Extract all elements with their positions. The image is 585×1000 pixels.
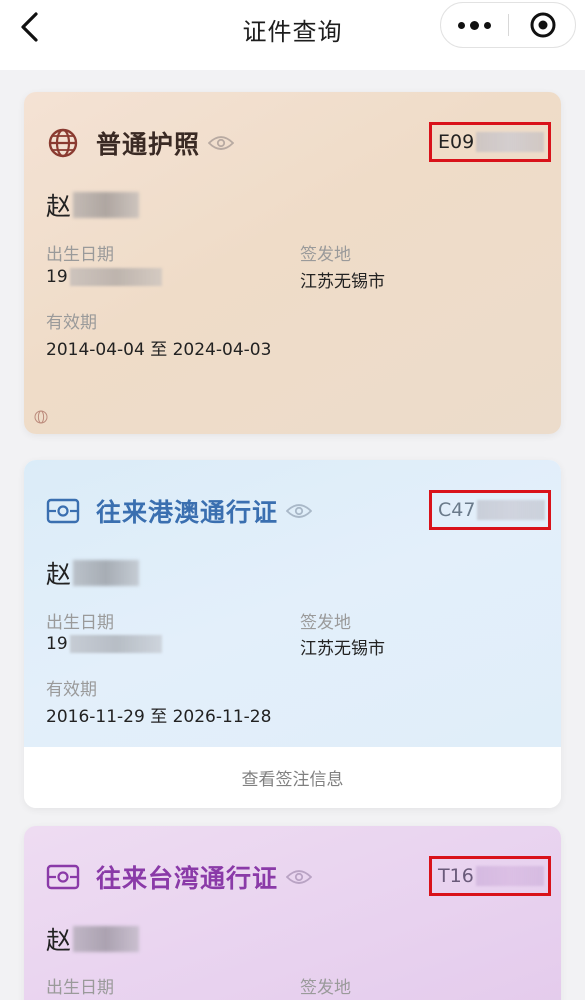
document-number-prefix: E09 xyxy=(438,131,475,153)
close-button[interactable] xyxy=(509,3,576,47)
blurred-name xyxy=(73,192,140,218)
taiwan-permit-card[interactable]: 往来台湾通行证 T16 赵 出生日期 签发地 xyxy=(24,826,561,1000)
holder-name: 赵 xyxy=(46,921,140,957)
holder-name-prefix: 赵 xyxy=(46,560,72,589)
target-close-icon xyxy=(530,12,555,38)
issue-place-label: 签发地 xyxy=(300,978,351,998)
document-number-prefix: C47 xyxy=(438,499,476,521)
blurred-name xyxy=(73,926,140,952)
document-number-prefix: T16 xyxy=(438,865,474,887)
more-dots-icon xyxy=(458,21,465,29)
document-number: E09 xyxy=(429,122,551,162)
holder-name-prefix: 赵 xyxy=(46,926,72,955)
blurred-number xyxy=(476,132,545,152)
issue-place-value: 江苏无锡市 xyxy=(300,272,385,292)
birth-date-label: 出生日期 xyxy=(46,613,114,633)
passport-card[interactable]: 普通护照 E09 赵 出生日期 19 签发地 江苏无锡市 有效期 2014-04… xyxy=(24,92,561,434)
mini-program-capsule xyxy=(440,2,576,48)
globe-icon xyxy=(46,126,80,160)
birth-date-label: 出生日期 xyxy=(46,245,114,265)
id-card-icon xyxy=(46,860,80,894)
eye-icon[interactable] xyxy=(208,134,235,152)
card-header: 往来台湾通行证 xyxy=(46,859,313,895)
id-card-icon xyxy=(46,494,80,528)
blurred-name xyxy=(73,560,140,586)
document-number: T16 xyxy=(429,856,551,896)
validity-value: 2016-11-29 至 2026-11-28 xyxy=(46,707,272,727)
birth-date-value: 19 xyxy=(46,267,162,287)
holder-name-prefix: 赵 xyxy=(46,192,72,221)
blurred-number xyxy=(477,500,546,520)
card-title: 普通护照 xyxy=(96,130,201,159)
blurred-birth-date xyxy=(69,268,162,286)
view-visa-info-link[interactable]: 查看签注信息 xyxy=(24,747,561,808)
watermark-globe-icon xyxy=(34,410,48,424)
holder-name: 赵 xyxy=(46,555,140,591)
birth-date-label: 出生日期 xyxy=(46,978,114,998)
blurred-birth-date xyxy=(69,635,162,653)
card-header: 往来港澳通行证 xyxy=(46,493,313,529)
nav-bar: 证件查询 xyxy=(0,0,585,70)
validity-label: 有效期 xyxy=(46,680,97,700)
holder-name: 赵 xyxy=(46,187,140,223)
validity-value: 2014-04-04 至 2024-04-03 xyxy=(46,340,272,360)
issue-place-label: 签发地 xyxy=(300,613,351,633)
card-title: 往来台湾通行证 xyxy=(96,864,279,893)
card-header: 普通护照 xyxy=(46,125,235,161)
hk-macau-permit-card[interactable]: 往来港澳通行证 C47 赵 出生日期 19 签发地 江苏无锡市 有效期 2016… xyxy=(24,460,561,808)
eye-icon[interactable] xyxy=(286,868,313,886)
issue-place-value: 江苏无锡市 xyxy=(300,639,385,659)
eye-icon[interactable] xyxy=(286,502,313,520)
document-number: C47 xyxy=(429,490,551,530)
card-title: 往来港澳通行证 xyxy=(96,498,279,527)
birth-date-value: 19 xyxy=(46,634,162,654)
more-button[interactable] xyxy=(441,3,508,47)
issue-place-label: 签发地 xyxy=(300,245,351,265)
validity-label: 有效期 xyxy=(46,313,97,333)
blurred-number xyxy=(475,866,544,886)
